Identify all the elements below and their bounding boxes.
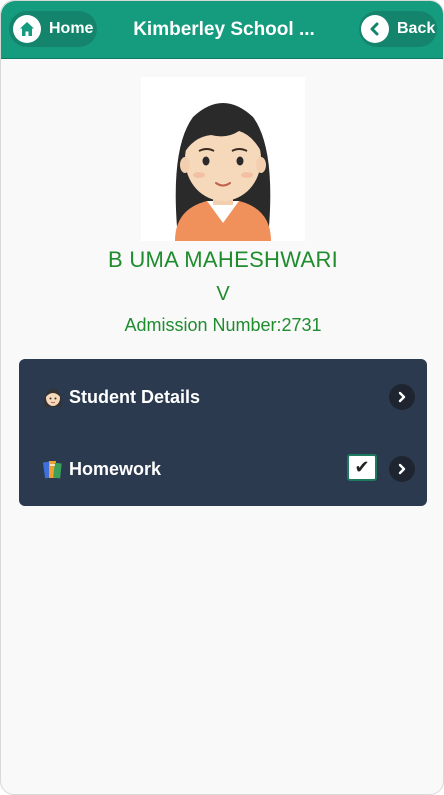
student-emoji-icon <box>41 385 65 409</box>
back-button[interactable]: Back <box>359 11 437 47</box>
books-emoji-icon <box>41 457 65 481</box>
student-class: V <box>216 283 230 305</box>
page-title: Kimberley School ... <box>133 19 315 40</box>
student-avatar <box>141 77 305 241</box>
home-label: Home <box>49 20 94 37</box>
back-label: Back <box>397 20 436 37</box>
student-name: B UMA MAHESHWARI <box>107 247 339 272</box>
homework-checkbox[interactable]: ✔ <box>347 454 377 481</box>
chevron-right-icon[interactable] <box>389 456 415 482</box>
top-header: Home Kimberley School ... Back <box>1 1 443 59</box>
menu-list: Student Details Homework ✔ <box>19 359 427 506</box>
home-button[interactable]: Home <box>9 11 97 47</box>
menu-item-homework[interactable]: Homework ✔ <box>19 433 427 505</box>
home-icon <box>13 15 41 43</box>
menu-item-label: Student Details <box>69 386 201 407</box>
chevron-left-icon <box>361 15 389 43</box>
admission-number: Admission Number:2731 <box>124 315 322 335</box>
app-screen: Home Kimberley School ... Back B UMA MAH… <box>0 0 444 795</box>
chevron-right-icon[interactable] <box>389 384 415 410</box>
menu-item-label: Homework <box>69 458 162 479</box>
menu-item-student-details[interactable]: Student Details <box>19 361 427 433</box>
